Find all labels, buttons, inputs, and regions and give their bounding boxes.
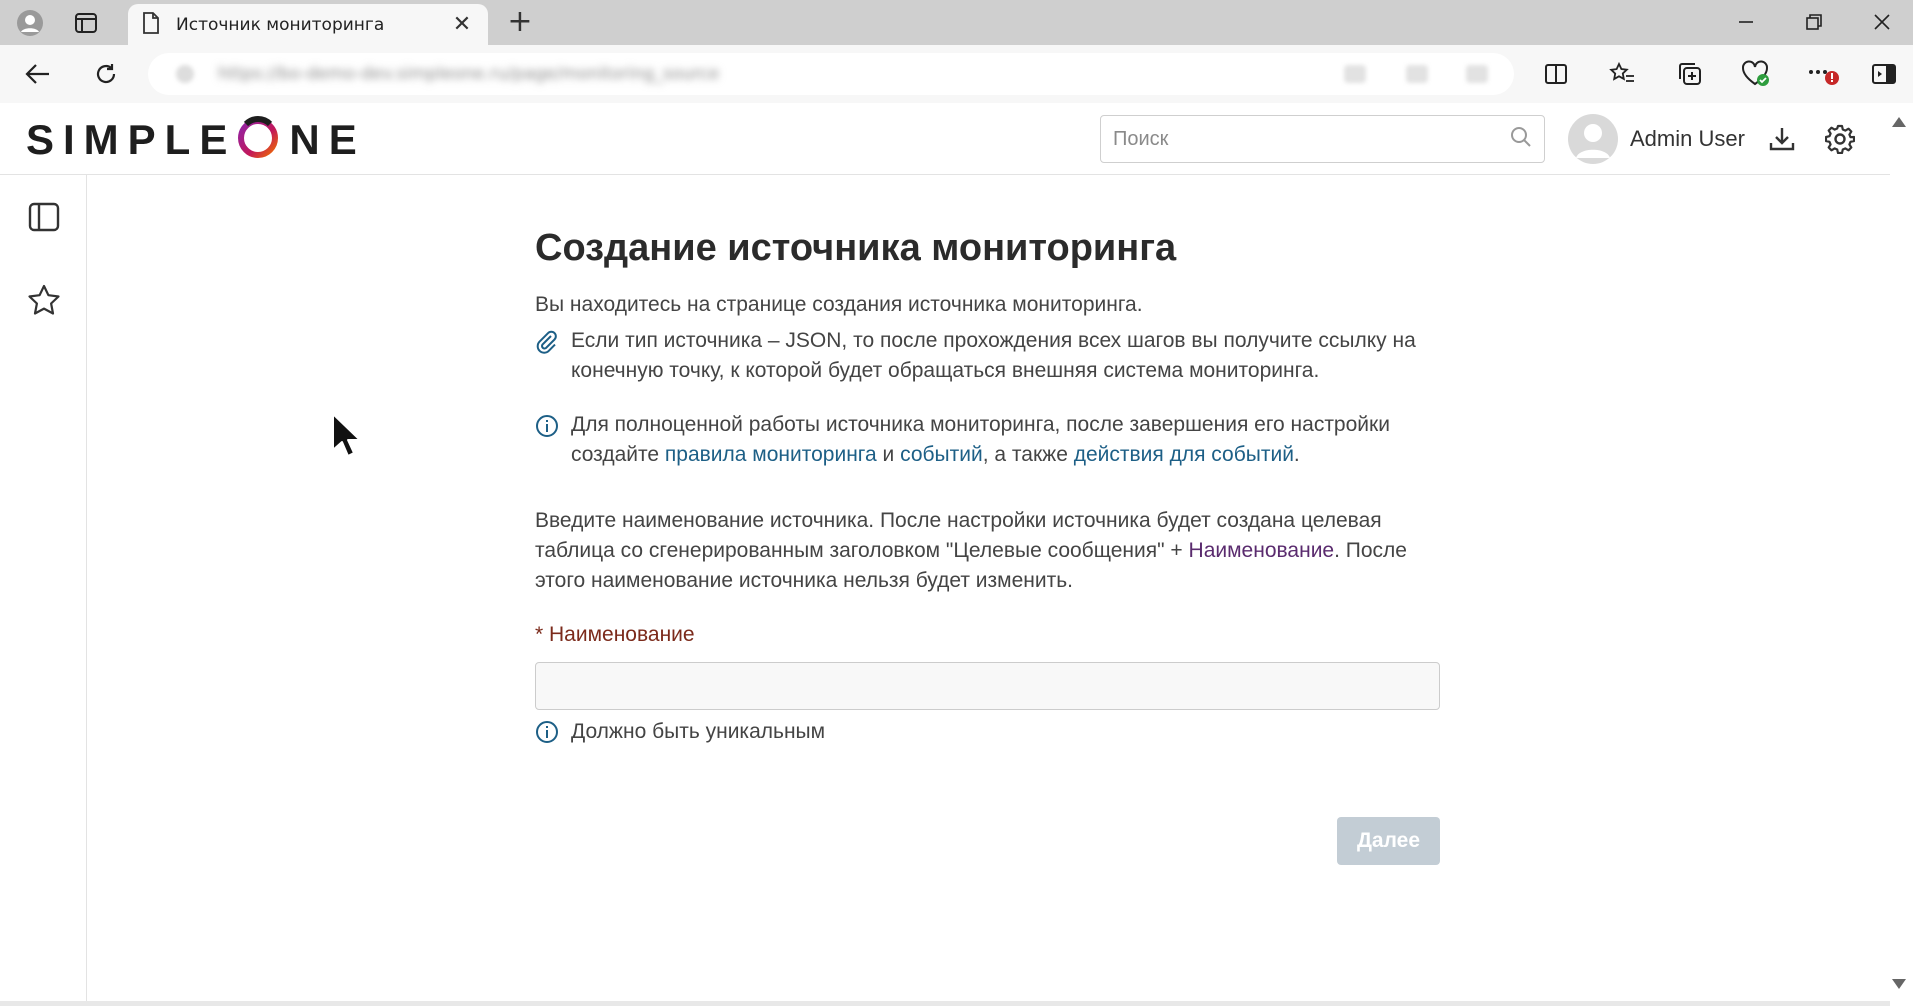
new-tab-button[interactable]: + (505, 7, 535, 38)
enter-name-text: Введите наименование источника. После на… (535, 506, 1440, 596)
tab-title: Источник мониторинга (176, 14, 385, 35)
json-note: Если тип источника – JSON, то после прох… (535, 326, 1440, 386)
info-text-part: , а также (982, 443, 1074, 466)
paperclip-icon (535, 326, 571, 363)
info-text-part: и (876, 443, 901, 466)
reload-icon[interactable] (88, 58, 124, 90)
main-content: Создание источника мониторинга Вы находи… (535, 222, 1440, 744)
user-name: Admin User (1630, 126, 1745, 151)
favorites-icon[interactable] (1604, 58, 1640, 90)
search-box[interactable] (1100, 115, 1545, 163)
hint-text: Должно быть уникальным (571, 720, 826, 743)
logo-o-ring-icon (236, 116, 280, 160)
scroll-up-icon[interactable] (1890, 114, 1908, 128)
profile-icon[interactable] (10, 8, 50, 38)
name-field-label: * Наименование (535, 623, 695, 646)
name-link[interactable]: Наименование (1189, 539, 1335, 562)
next-button[interactable]: Далее (1337, 817, 1440, 865)
event-actions-link[interactable]: действия для событий (1074, 443, 1294, 466)
minimize-icon[interactable] (1720, 6, 1772, 38)
url-action-icon[interactable] (1344, 65, 1366, 83)
browser-tab-bar: Источник мониторинга ✕ + (0, 0, 1913, 45)
url-text: https://bo-demo-dev.simpleone.ru/page/mo… (218, 64, 720, 84)
star-icon[interactable] (24, 280, 64, 320)
close-window-icon[interactable] (1856, 6, 1908, 38)
page-icon (142, 11, 160, 38)
json-note-text: Если тип источника – JSON, то после прох… (571, 329, 1416, 382)
info-note: Для полноценной работы источника монитор… (535, 410, 1440, 470)
back-arrow-icon[interactable] (20, 58, 56, 90)
name-input[interactable] (535, 662, 1440, 710)
tab-monitoring-source[interactable]: Источник мониторинга ✕ (128, 4, 488, 45)
collections-icon[interactable] (1672, 58, 1708, 90)
info-icon (535, 720, 571, 744)
browser-toolbar: https://bo-demo-dev.simpleone.ru/page/mo… (0, 45, 1913, 103)
monitoring-rules-link[interactable]: правила мониторинга (665, 443, 877, 466)
close-tab-icon[interactable]: ✕ (450, 12, 474, 37)
browser-essentials-icon[interactable] (1738, 58, 1774, 90)
simpleone-logo[interactable]: SIMPLE NE (26, 116, 366, 163)
avatar[interactable] (1568, 114, 1618, 164)
mouse-cursor-icon (331, 412, 361, 460)
split-screen-icon[interactable] (1538, 58, 1574, 90)
info-note-text: Для полноценной работы источника монитор… (571, 410, 1440, 470)
sidebar (0, 175, 87, 1001)
url-action-icon[interactable] (1466, 65, 1488, 83)
gear-icon[interactable] (1820, 119, 1860, 159)
app-header: SIMPLENE Admin User (0, 103, 1890, 175)
download-icon[interactable] (1762, 119, 1802, 159)
unique-hint: Должно быть уникальным (535, 720, 1440, 744)
info-text-part: . (1293, 443, 1300, 466)
user-menu[interactable]: Admin User (1568, 113, 1745, 165)
page-title: Создание источника мониторинга (535, 227, 1177, 269)
site-info-icon[interactable] (176, 65, 194, 83)
tab-actions-icon[interactable] (66, 8, 106, 38)
search-input[interactable] (1113, 127, 1510, 151)
sidebar-toggle-icon[interactable] (1866, 58, 1902, 90)
restore-icon[interactable] (1788, 6, 1840, 38)
events-link[interactable]: событий (900, 443, 983, 466)
search-icon[interactable] (1510, 126, 1532, 152)
info-icon (535, 410, 571, 447)
page-bottom-edge (0, 1001, 1890, 1006)
scroll-down-icon[interactable] (1890, 976, 1908, 990)
sidebar-panel-icon[interactable] (24, 197, 64, 237)
address-bar[interactable]: https://bo-demo-dev.simpleone.ru/page/mo… (148, 53, 1514, 95)
intro-text: Вы находитесь на странице создания источ… (535, 293, 1143, 316)
more-icon[interactable] (1806, 58, 1842, 90)
url-action-icon[interactable] (1406, 65, 1428, 83)
logo-text: SIMPLE NE (26, 116, 366, 163)
